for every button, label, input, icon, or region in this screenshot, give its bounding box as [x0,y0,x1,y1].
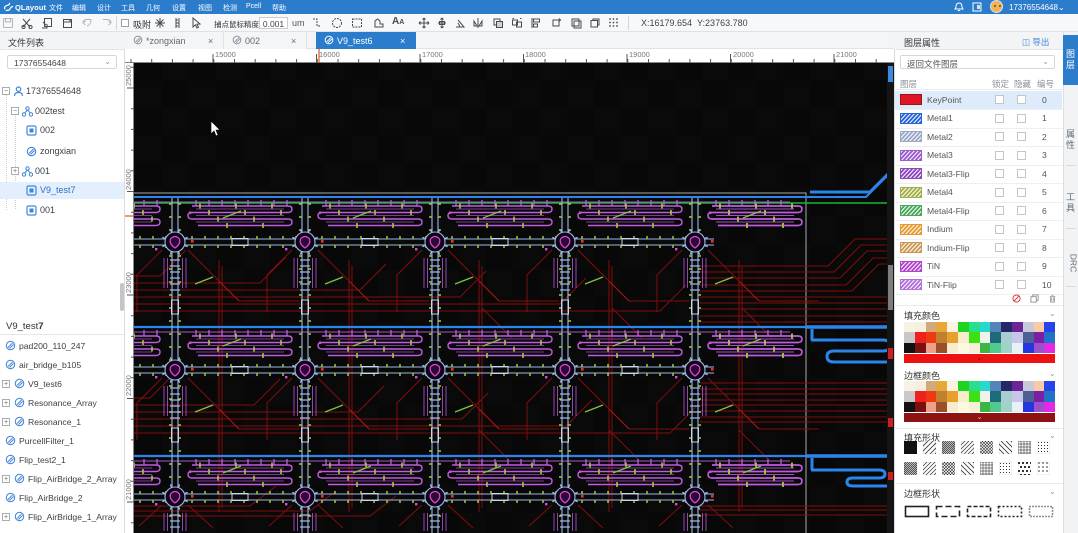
svg-text:17000: 17000 [422,50,443,59]
svg-text:19000: 19000 [629,50,650,59]
svg-text:21000: 21000 [125,479,133,500]
svg-text:DRC: DRC [1069,254,1078,272]
svg-text:25000: 25000 [125,65,133,86]
svg-text:18000: 18000 [525,50,546,59]
svg-text:21000: 21000 [836,50,857,59]
svg-text:20000: 20000 [733,50,754,59]
svg-text:16000: 16000 [319,50,340,59]
svg-text:23000: 23000 [125,272,133,293]
svg-text:24000: 24000 [125,169,133,190]
svg-text:15000: 15000 [215,50,236,59]
